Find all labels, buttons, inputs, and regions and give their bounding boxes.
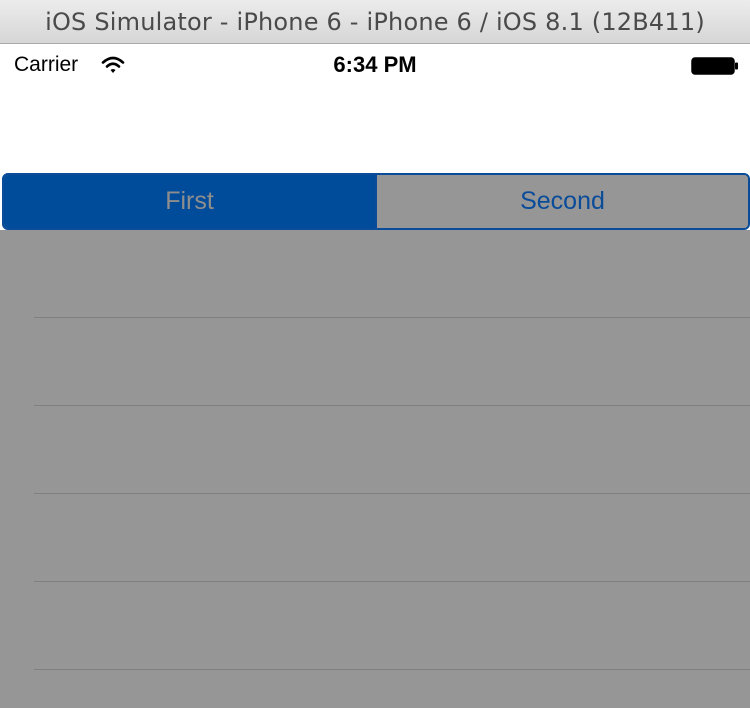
segment-first[interactable]: First — [4, 175, 375, 228]
simulator-window: iOS Simulator - iPhone 6 - iPhone 6 / iO… — [0, 0, 750, 708]
segment-second[interactable]: Second — [375, 175, 748, 228]
window-title: iOS Simulator - iPhone 6 - iPhone 6 / iO… — [45, 7, 705, 36]
segment-first-label: First — [165, 187, 214, 215]
table-row[interactable] — [0, 318, 750, 406]
window-title-bar[interactable]: iOS Simulator - iPhone 6 - iPhone 6 / iO… — [0, 0, 750, 44]
table-row[interactable] — [0, 406, 750, 494]
table-view[interactable] — [0, 230, 750, 708]
table-row[interactable] — [0, 494, 750, 582]
segmented-control: First Second — [2, 173, 750, 230]
table-row[interactable] — [0, 230, 750, 318]
battery-icon — [691, 57, 738, 75]
segment-second-label: Second — [520, 187, 605, 215]
status-time: 6:34 PM — [333, 52, 417, 77]
table-row[interactable] — [0, 582, 750, 670]
status-bar: Carrier 6:34 PM — [0, 44, 750, 88]
row-separator — [34, 669, 750, 670]
device-screen: Carrier 6:34 PM First Second — [0, 44, 750, 708]
